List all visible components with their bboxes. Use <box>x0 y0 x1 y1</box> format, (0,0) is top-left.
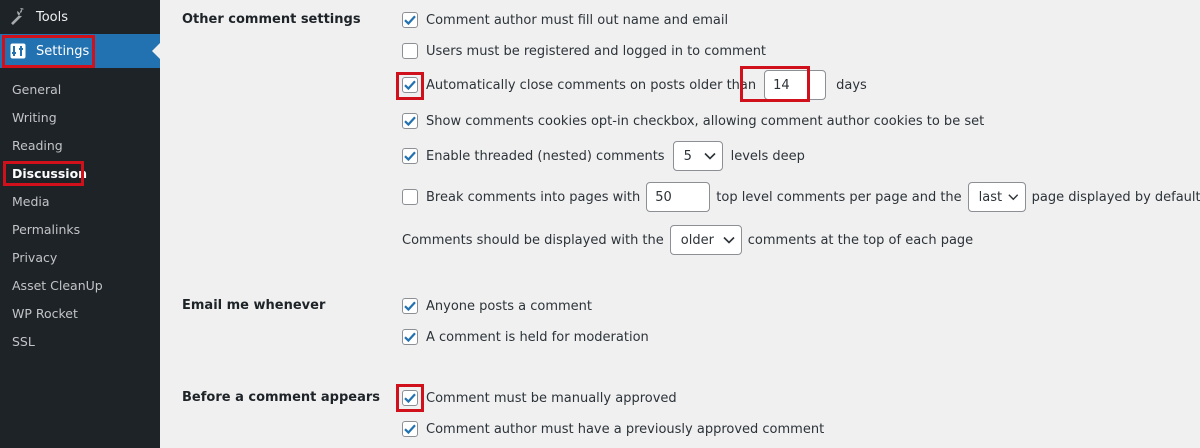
other-comment-settings-label: Other comment settings <box>182 12 361 27</box>
discussion-highlight-box <box>3 161 84 186</box>
close-comments-checkbox-highlight <box>396 72 424 100</box>
comment-order-value: older <box>680 232 714 248</box>
comment-order-suffix-label: comments at the top of each page <box>747 232 974 248</box>
option-cookies: Show comments cookies opt-in checkbox, a… <box>402 113 984 129</box>
checkmark-icon <box>404 151 416 162</box>
chevron-down-icon <box>723 236 735 244</box>
moderation-checkbox[interactable] <box>402 329 418 345</box>
thread-depth-select[interactable]: 5 <box>672 141 723 171</box>
submenu-item-writing[interactable]: Writing <box>0 103 160 131</box>
anyone-posts-label: Anyone posts a comment <box>426 298 592 314</box>
checkmark-icon <box>404 332 416 343</box>
option-moderation: A comment is held for moderation <box>402 329 649 345</box>
previous-approval-checkbox[interactable] <box>402 421 418 437</box>
paged-checkbox[interactable] <box>402 189 418 205</box>
option-comment-order: Comments should be displayed with the ol… <box>402 225 973 255</box>
comment-order-select[interactable]: older <box>669 225 742 255</box>
wrench-icon <box>8 7 28 27</box>
admin-sidebar: Tools Settings General Writing Reading D… <box>0 0 160 448</box>
discussion-settings-panel: Other comment settings Comment author mu… <box>160 0 1200 448</box>
submenu-item-asset-cleanup[interactable]: Asset CleanUp <box>0 271 160 299</box>
require-name-email-checkbox[interactable] <box>402 12 418 28</box>
registration-label: Users must be registered and logged in t… <box>426 43 767 59</box>
moderation-label: A comment is held for moderation <box>426 329 649 345</box>
checkmark-icon <box>404 301 416 312</box>
checkmark-icon <box>404 116 416 127</box>
option-anyone-posts: Anyone posts a comment <box>402 298 592 314</box>
paged-label: Break comments into pages with <box>426 189 641 205</box>
threaded-label: Enable threaded (nested) comments <box>426 148 665 164</box>
before-comment-appears-label: Before a comment appears <box>182 390 381 405</box>
checkmark-icon <box>404 15 416 26</box>
close-comments-days-highlight <box>740 66 810 102</box>
close-comments-label: Automatically close comments on posts ol… <box>426 77 757 93</box>
submenu-item-reading[interactable]: Reading <box>0 131 160 159</box>
paged-suffix-label: page displayed by default <box>1031 189 1200 205</box>
previous-approval-label: Comment author must have a previously ap… <box>426 421 825 437</box>
cookies-label: Show comments cookies opt-in checkbox, a… <box>426 113 985 129</box>
settings-submenu: General Writing Reading Discussion Media… <box>0 75 160 355</box>
comment-order-label: Comments should be displayed with the <box>402 232 664 248</box>
current-menu-arrow <box>152 43 160 59</box>
sidebar-item-tools-label: Tools <box>36 9 69 25</box>
submenu-item-privacy[interactable]: Privacy <box>0 243 160 271</box>
option-registration: Users must be registered and logged in t… <box>402 43 766 59</box>
registration-checkbox[interactable] <box>402 43 418 59</box>
submenu-item-permalinks[interactable]: Permalinks <box>0 215 160 243</box>
settings-highlight-box <box>2 35 95 68</box>
submenu-item-ssl[interactable]: SSL <box>0 327 160 355</box>
chevron-down-icon <box>1008 194 1019 201</box>
default-page-value: last <box>978 189 1003 205</box>
submenu-item-general[interactable]: General <box>0 75 160 103</box>
option-paged: Break comments into pages with 50 top le… <box>402 182 1200 212</box>
option-threaded: Enable threaded (nested) comments 5 leve… <box>402 141 805 171</box>
anyone-posts-checkbox[interactable] <box>402 298 418 314</box>
paged-middle-label: top level comments per page and the <box>716 189 962 205</box>
manual-approval-label: Comment must be manually approved <box>426 390 677 406</box>
checkmark-icon <box>404 424 416 435</box>
submenu-item-media[interactable]: Media <box>0 187 160 215</box>
threaded-checkbox[interactable] <box>402 148 418 164</box>
default-page-select[interactable]: last <box>967 182 1026 212</box>
sidebar-item-tools[interactable]: Tools <box>0 0 160 34</box>
option-require-name-email: Comment author must fill out name and em… <box>402 12 728 28</box>
close-comments-days-label: days <box>836 77 867 93</box>
require-name-email-label: Comment author must fill out name and em… <box>426 12 729 28</box>
comments-per-page-input[interactable]: 50 <box>646 182 711 212</box>
cookies-checkbox[interactable] <box>402 113 418 129</box>
email-me-whenever-label: Email me whenever <box>182 298 326 313</box>
chevron-down-icon <box>704 152 716 160</box>
threaded-suffix-label: levels deep <box>730 148 805 164</box>
option-manual-approval: Comment must be manually approved <box>402 390 677 406</box>
manual-approval-highlight <box>396 384 424 412</box>
option-previous-approval: Comment author must have a previously ap… <box>402 421 824 437</box>
thread-depth-value: 5 <box>683 148 692 164</box>
submenu-item-wp-rocket[interactable]: WP Rocket <box>0 299 160 327</box>
